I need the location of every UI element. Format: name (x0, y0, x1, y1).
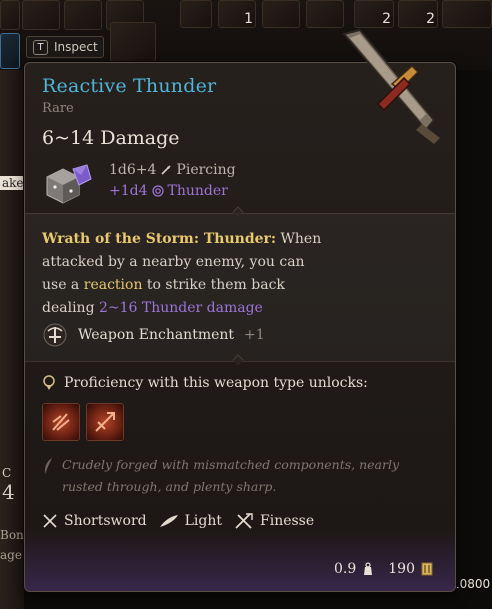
enchantment-row: Weapon Enchantment +1 (42, 322, 265, 348)
inventory-slot[interactable] (262, 0, 300, 28)
enchantment-value: +1 (244, 327, 265, 343)
inventory-slot[interactable] (180, 0, 212, 28)
finesse-icon (235, 513, 253, 529)
item-damage-total: 6~14 Damage (42, 127, 180, 149)
property-shortsword[interactable]: Shortsword (42, 513, 147, 529)
property-label: Light (184, 513, 222, 529)
flavor-row: Crudely forged with mismatched component… (42, 454, 402, 498)
reaction-keyword[interactable]: reaction (84, 277, 143, 293)
weight-stat: 0.9 (334, 561, 374, 577)
passive-description: Wrath of the Storm: Thunder: When attack… (42, 228, 332, 320)
stack-count: 2 (426, 11, 435, 27)
inventory-slot[interactable]: 2 (398, 0, 438, 28)
side-text-fragment: 4 (2, 480, 15, 504)
weapon-action-pierce-icon (95, 412, 115, 432)
gold-count-fragment: 10800 (452, 577, 491, 591)
item-stats: 0.9 190 (334, 561, 433, 577)
passive-damage-label: Thunder damage (141, 300, 263, 316)
bonus-damage-line: +1d4 Thunder (109, 183, 228, 199)
gold-coin-icon (421, 562, 433, 576)
inventory-slot[interactable]: 1 (218, 0, 256, 28)
property-label: Shortsword (64, 513, 147, 529)
enchantment-label: Weapon Enchantment (78, 327, 235, 343)
dice-icon (46, 164, 92, 204)
gold-value: 190 (388, 561, 415, 577)
side-button-fragment[interactable]: ake (0, 176, 26, 190)
weight-icon (364, 562, 373, 575)
bonus-damage-dice: +1d4 (109, 183, 148, 199)
weapon-action-icon[interactable] (86, 403, 124, 441)
weapon-action-slash-icon (52, 413, 70, 431)
item-title: Reactive Thunder (42, 75, 217, 97)
inspect-hint[interactable]: T Inspect (26, 36, 104, 58)
base-damage-type: Piercing (176, 162, 236, 178)
thunder-icon (151, 185, 164, 197)
feather-icon (159, 515, 178, 527)
property-light[interactable]: Light (159, 513, 222, 529)
weight-value: 0.9 (334, 561, 357, 577)
property-label: Finesse (260, 513, 315, 529)
weapon-action-icon[interactable] (42, 403, 80, 441)
bonus-damage-type: Thunder (167, 183, 228, 199)
enchantment-icon (43, 323, 67, 347)
passive-damage-value: 2~16 (98, 300, 138, 316)
base-damage-dice: 1d6+4 (109, 162, 157, 178)
flavor-text: Crudely forged with mismatched component… (62, 457, 400, 494)
item-rarity: Rare (42, 101, 74, 116)
side-text-fragment: age (0, 548, 22, 562)
proficiency-medal-icon (43, 375, 55, 390)
stack-count: 1 (244, 11, 253, 27)
shortsword-icon (43, 514, 57, 528)
inventory-slot-selected[interactable] (0, 33, 20, 69)
proficiency-label: Proficiency with this weapon type unlock… (64, 375, 368, 391)
proficiency-row: Proficiency with this weapon type unlock… (42, 375, 368, 391)
side-text-fragment: C (2, 466, 12, 480)
unlock-icons (42, 403, 124, 441)
inventory-slot[interactable] (442, 0, 492, 28)
inventory-slot[interactable] (64, 0, 102, 30)
quill-icon (44, 458, 52, 474)
inventory-slot[interactable]: 2 (354, 0, 394, 28)
key-hint-t: T (33, 39, 48, 55)
inventory-slot[interactable] (22, 0, 60, 30)
inventory-slot[interactable] (306, 0, 344, 28)
base-damage-line: 1d6+4 Piercing (109, 162, 236, 178)
value-stat: 190 (388, 561, 433, 577)
property-finesse[interactable]: Finesse (234, 512, 314, 530)
weapon-properties: Shortsword Light Finesse (42, 512, 314, 530)
stack-count: 2 (382, 11, 391, 27)
weapon-image (342, 28, 440, 144)
inventory-slot[interactable] (0, 0, 20, 30)
passive-name: Wrath of the Storm: Thunder: (42, 231, 277, 247)
inspect-label: Inspect (54, 40, 98, 54)
side-text-fragment: Bon (0, 528, 24, 542)
piercing-icon (161, 165, 171, 175)
inventory-slot[interactable] (110, 22, 156, 62)
